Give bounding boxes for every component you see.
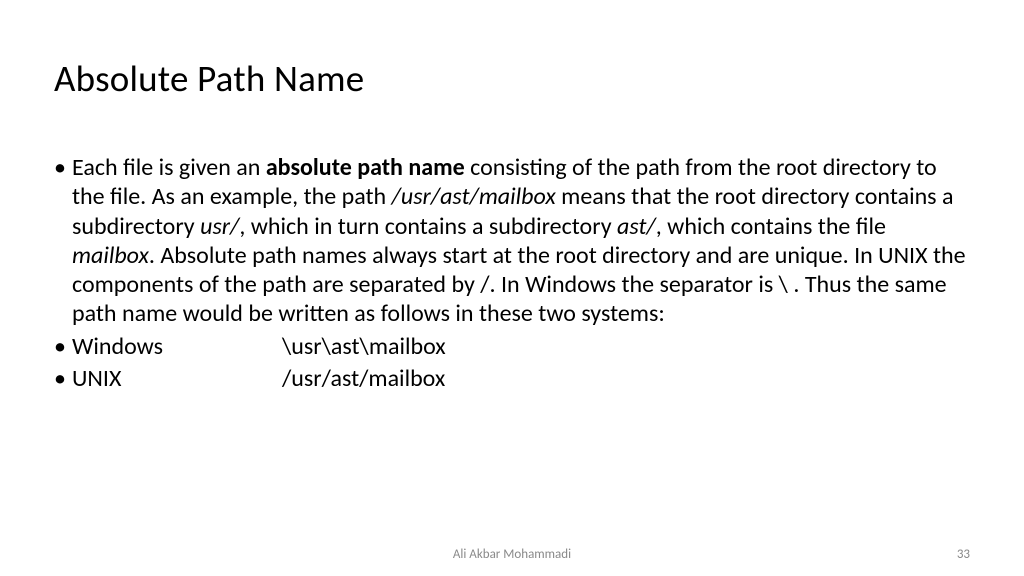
slide: Absolute Path Name Each file is given an… [0, 0, 1024, 576]
text: , which in turn contains a subdirectory [239, 212, 617, 241]
slide-body: Each file is given an absolute path name… [54, 153, 970, 393]
footer-author: Ali Akbar Mohammadi [453, 547, 571, 562]
text: . Absolute path names always start at th… [72, 241, 966, 329]
bullet-unix: UNIX/usr/ast/mailbox [72, 364, 970, 393]
text-italic: ast/ [617, 212, 656, 241]
slide-title: Absolute Path Name [54, 56, 970, 101]
os-label: UNIX [72, 364, 282, 393]
os-label: Windows [72, 332, 282, 361]
text-italic: /usr/ast/mailbox [392, 182, 556, 211]
bullet-main: Each file is given an absolute path name… [72, 153, 970, 329]
text: , which contains the file [656, 212, 886, 241]
text-italic: usr/ [200, 212, 239, 241]
os-path: \usr\ast\mailbox [282, 332, 446, 361]
text-italic: mailbox [72, 241, 149, 270]
slide-footer: Ali Akbar Mohammadi 33 [0, 547, 1024, 562]
os-path: /usr/ast/mailbox [282, 364, 445, 393]
bullet-windows: Windows\usr\ast\mailbox [72, 332, 970, 361]
text: Each file is given an [72, 153, 266, 182]
text-bold: absolute path name [266, 153, 465, 182]
footer-page-number: 33 [957, 547, 970, 562]
